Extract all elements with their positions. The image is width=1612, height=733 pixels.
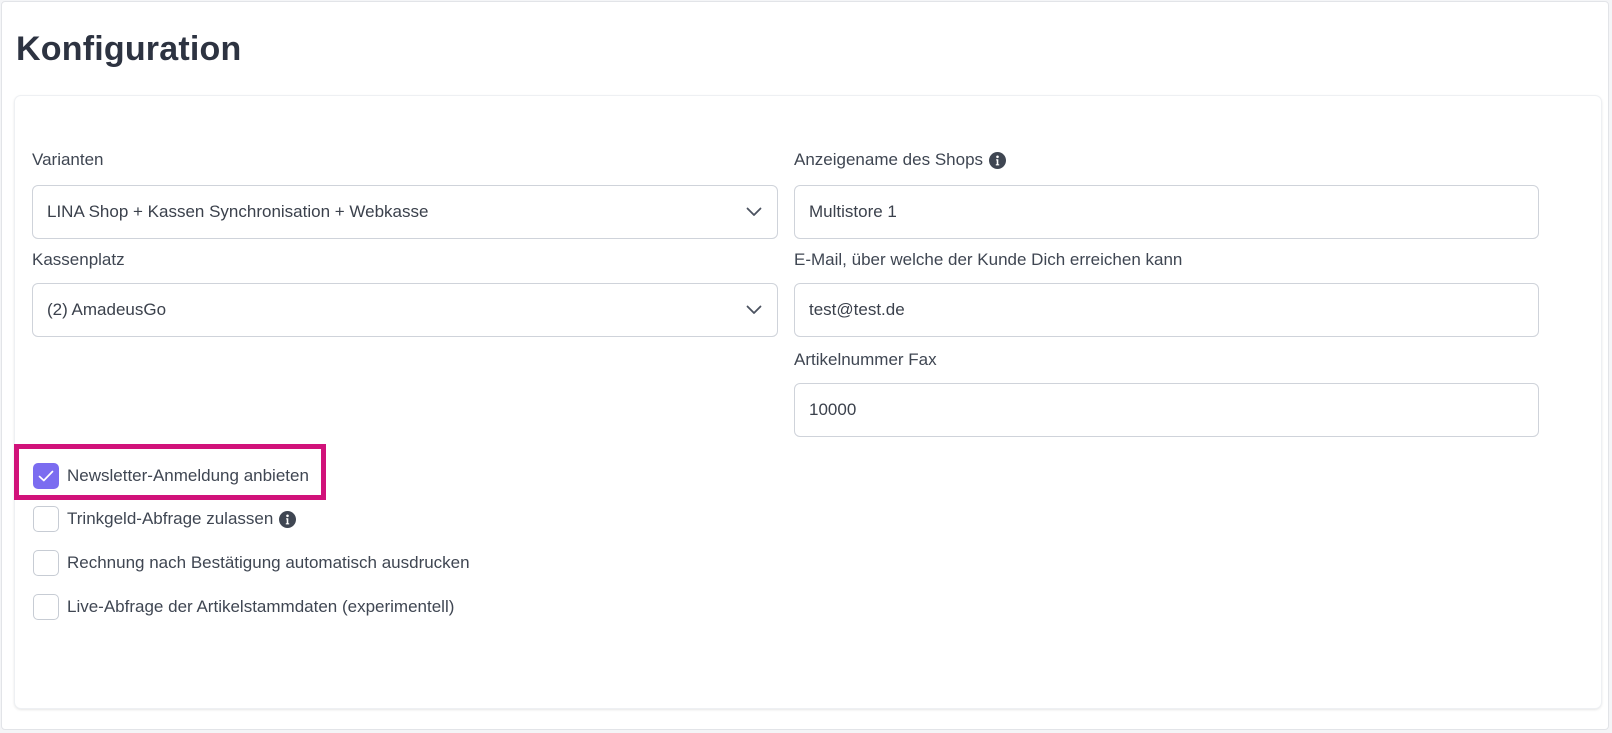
varianten-field: Varianten LINA Shop + Kassen Synchronisa… xyxy=(32,149,778,239)
artikelnummer-fax-label: Artikelnummer Fax xyxy=(794,350,937,369)
rechnung-druck-option[interactable]: Rechnung nach Bestätigung automatisch au… xyxy=(33,549,470,577)
live-abfrage-option-label: Live-Abfrage der Artikelstammdaten (expe… xyxy=(67,597,455,616)
artikelnummer-fax-input[interactable]: 10000 xyxy=(794,383,1539,437)
artikelnummer-fax-field: Artikelnummer Fax 10000 xyxy=(794,349,1539,437)
newsletter-option[interactable]: Newsletter-Anmeldung anbieten xyxy=(33,462,309,490)
chevron-down-icon xyxy=(745,304,763,316)
chevron-down-icon xyxy=(745,206,763,218)
rechnung-druck-checkbox[interactable] xyxy=(33,550,59,576)
varianten-selected-value: LINA Shop + Kassen Synchronisation + Web… xyxy=(47,202,429,221)
varianten-select[interactable]: LINA Shop + Kassen Synchronisation + Web… xyxy=(32,185,778,239)
page-container: Konfiguration Varianten LINA Shop + Kass… xyxy=(1,1,1609,730)
rechnung-druck-option-label: Rechnung nach Bestätigung automatisch au… xyxy=(67,553,470,572)
live-abfrage-option[interactable]: Live-Abfrage der Artikelstammdaten (expe… xyxy=(33,593,454,621)
artikelnummer-fax-value: 10000 xyxy=(809,400,857,419)
info-icon[interactable] xyxy=(989,151,1007,169)
email-field: E-Mail, über welche der Kunde Dich errei… xyxy=(794,249,1539,337)
page-title: Konfiguration xyxy=(16,30,242,68)
shop-name-label: Anzeigename des Shops xyxy=(794,150,984,169)
email-value: test@test.de xyxy=(809,300,905,319)
kassenplatz-selected-value: (2) AmadeusGo xyxy=(47,300,167,319)
checkmark-icon xyxy=(38,470,54,482)
kassenplatz-select[interactable]: (2) AmadeusGo xyxy=(32,283,778,337)
shop-name-value: Multistore 1 xyxy=(809,202,897,221)
newsletter-option-label: Newsletter-Anmeldung anbieten xyxy=(67,466,309,485)
trinkgeld-checkbox[interactable] xyxy=(33,506,59,532)
email-label: E-Mail, über welche der Kunde Dich errei… xyxy=(794,250,1183,269)
kassenplatz-field: Kassenplatz (2) AmadeusGo xyxy=(32,249,778,337)
configuration-card: Varianten LINA Shop + Kassen Synchronisa… xyxy=(15,96,1601,708)
trinkgeld-option-label: Trinkgeld-Abfrage zulassen xyxy=(67,509,274,528)
kassenplatz-label: Kassenplatz xyxy=(32,250,125,269)
shop-name-label-row: Anzeigename des Shops xyxy=(794,149,1539,171)
email-input[interactable]: test@test.de xyxy=(794,283,1539,337)
live-abfrage-checkbox[interactable] xyxy=(33,594,59,620)
varianten-label: Varianten xyxy=(32,150,104,169)
info-icon[interactable] xyxy=(279,510,297,528)
trinkgeld-option[interactable]: Trinkgeld-Abfrage zulassen xyxy=(33,505,297,533)
newsletter-checkbox[interactable] xyxy=(33,463,59,489)
shop-name-field: Anzeigename des Shops Multistore 1 xyxy=(794,149,1539,239)
shop-name-input[interactable]: Multistore 1 xyxy=(794,185,1539,239)
